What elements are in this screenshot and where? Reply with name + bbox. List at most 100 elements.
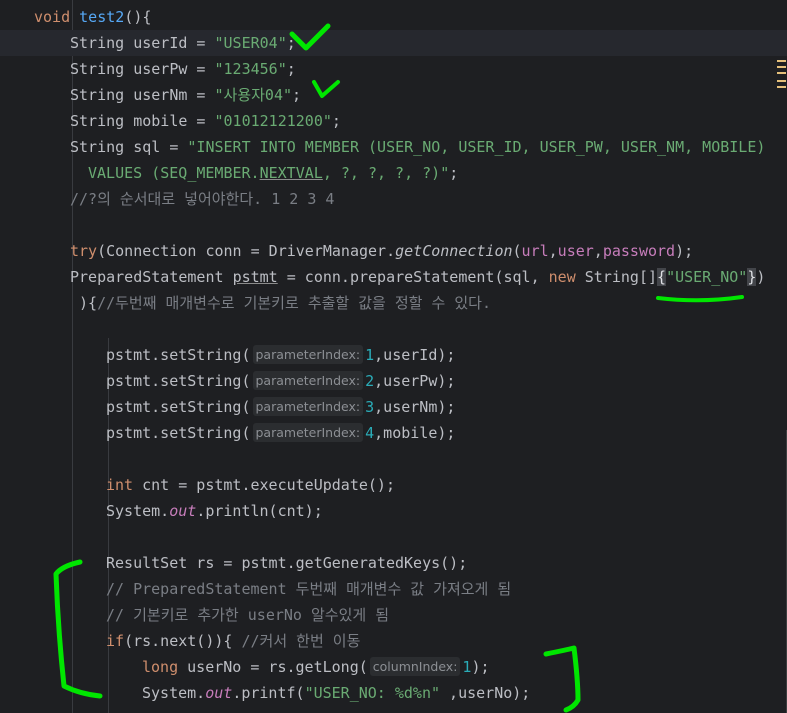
code-line[interactable]: ){//두번째 매개변수로 기본키로 추출할 값을 정할 수 있다. <box>0 290 787 316</box>
method-call: getConnection <box>395 242 513 260</box>
code-text: System. <box>142 684 206 702</box>
code-line[interactable]: String mobile = "01012121200"; <box>0 108 787 134</box>
code-text: System. <box>106 502 170 520</box>
number-literal: 3 <box>365 398 375 416</box>
warning-mark[interactable] <box>777 60 786 62</box>
code-line[interactable]: pstmt.setString(parameterIndex: 4,mobile)… <box>0 420 787 446</box>
code-text: userNm = <box>124 86 215 104</box>
code-text: ){ <box>79 294 98 312</box>
code-line[interactable]: pstmt.setString(parameterIndex: 3,userNm)… <box>0 394 787 420</box>
code-line[interactable]: if(rs.next()){ //커서 한번 이동 <box>0 628 787 654</box>
code-line[interactable]: String userPw = "123456"; <box>0 56 787 82</box>
code-text: (Connection conn = DriverManager. <box>97 242 396 260</box>
code-text: String <box>70 60 125 78</box>
string-literal: , ?, ?, ?, ?)" <box>322 164 450 182</box>
code-editor[interactable]: void test2(){ String userId = "USER04"; … <box>0 0 787 713</box>
code-text: String[] <box>575 268 658 286</box>
code-text: pstmt.setString( <box>106 398 251 416</box>
keyword: new <box>548 268 576 286</box>
code-text: ,userNm); <box>374 398 456 416</box>
warning-mark[interactable] <box>777 86 786 88</box>
code-text: pstmt.setString( <box>106 372 251 390</box>
code-line[interactable]: long userNo = rs.getLong(columnIndex: 1); <box>0 654 787 680</box>
code-text: pstmt.setString( <box>106 424 251 442</box>
code-line[interactable]: pstmt.setString(parameterIndex: 1,userId)… <box>0 342 787 368</box>
code-text: ) <box>756 268 766 286</box>
keyword: try <box>70 242 98 260</box>
code-line[interactable]: String sql = "INSERT INTO MEMBER (USER_N… <box>0 134 787 160</box>
string-literal: NEXTVAL <box>259 164 323 182</box>
string-literal: "INSERT INTO MEMBER (USER_NO, USER_ID, U… <box>187 138 766 156</box>
code-text: ,mobile); <box>374 424 456 442</box>
parameter-hint: parameterIndex: <box>252 345 364 364</box>
code-text: .printf( <box>232 684 305 702</box>
code-line[interactable]: int cnt = pstmt.executeUpdate(); <box>0 472 787 498</box>
code-line[interactable]: ResultSet rs = pstmt.getGeneratedKeys(); <box>0 550 787 576</box>
string-literal: "01012121200" <box>214 112 332 130</box>
code-text: ; <box>292 86 302 104</box>
string-literal: VALUES (SEQ_MEMBER. <box>88 164 260 182</box>
code-line[interactable]: // PreparedStatement 두번째 매개변수 값 가져오게 됨 <box>0 576 787 602</box>
code-line[interactable]: // 기본키로 추가한 userNo 알수있게 됨 <box>0 602 787 628</box>
comment: //?의 순서대로 넣어야한다. 1 2 3 4 <box>70 190 335 208</box>
code-text: sql = <box>124 138 188 156</box>
method-name: test2 <box>79 8 125 26</box>
code-text: = conn.prepareStatement(sql, <box>277 268 549 286</box>
code-line[interactable]: void test2(){ <box>0 4 787 30</box>
comment: // PreparedStatement 두번째 매개변수 값 가져오게 됨 <box>106 580 512 598</box>
parameter-hint: parameterIndex: <box>252 371 364 390</box>
keyword: int <box>106 476 134 494</box>
code-line[interactable]: String userNm = "사용자04"; <box>0 82 787 108</box>
string-literal: "USER_NO" <box>666 268 748 286</box>
parameter-hint: columnIndex: <box>369 657 461 676</box>
code-text: ,userId); <box>374 346 456 364</box>
code-text: ); <box>675 242 694 260</box>
code-text: , <box>593 242 603 260</box>
code-line[interactable]: PreparedStatement pstmt = conn.prepareSt… <box>0 264 787 290</box>
code-line[interactable]: System.out.println(cnt); <box>0 498 787 524</box>
code-line[interactable]: //?의 순서대로 넣어야한다. 1 2 3 4 <box>0 186 787 212</box>
field-ref: password <box>602 242 676 260</box>
code-text: String <box>70 86 125 104</box>
number-literal: 2 <box>365 372 375 390</box>
warning-mark[interactable] <box>777 66 786 68</box>
warning-mark[interactable] <box>777 72 786 74</box>
error-stripe[interactable] <box>775 0 787 713</box>
code-line[interactable]: System.out.printf("USER_NO: %d%n" ,userN… <box>0 680 787 706</box>
code-text: ; <box>286 34 296 52</box>
warning-mark[interactable] <box>777 80 786 82</box>
code-text: ,userNo); <box>440 684 531 702</box>
code-line[interactable]: pstmt.setString(parameterIndex: 2,userPw)… <box>0 368 787 394</box>
code-text: String <box>70 138 125 156</box>
code-text: ; <box>331 112 341 130</box>
keyword: if <box>106 632 125 650</box>
code-text: userId = <box>124 34 215 52</box>
code-text: ; <box>449 164 459 182</box>
number-literal: 4 <box>365 424 375 442</box>
string-literal: "사용자04" <box>214 86 293 104</box>
code-text: String <box>70 34 125 52</box>
parameter-hint: parameterIndex: <box>252 397 364 416</box>
code-line[interactable]: VALUES (SEQ_MEMBER.NEXTVAL, ?, ?, ?, ?)"… <box>0 160 787 186</box>
code-text: ,userPw); <box>374 372 456 390</box>
code-text: pstmt.setString( <box>106 346 251 364</box>
code-text: ; <box>286 60 296 78</box>
code-text: (rs.next()){ <box>124 632 242 650</box>
code-text: ); <box>471 658 490 676</box>
code-text: userPw = <box>124 60 215 78</box>
code-line[interactable]: try(Connection conn = DriverManager.getC… <box>0 238 787 264</box>
code-text: cnt = pstmt.executeUpdate(); <box>133 476 395 494</box>
variable: pstmt <box>232 268 278 286</box>
code-text: ResultSet rs = pstmt.getGeneratedKeys(); <box>106 554 468 572</box>
comment: //두번째 매개변수로 기본키로 추출할 값을 정할 수 있다. <box>97 294 491 312</box>
code-text: userNo = rs.getLong( <box>178 658 368 676</box>
code-line-current[interactable]: String userId = "USER04"; <box>0 30 787 56</box>
static-field: out <box>169 502 197 520</box>
field-ref: user <box>557 242 594 260</box>
string-literal: "123456" <box>214 60 287 78</box>
brace-highlight: { <box>657 268 667 286</box>
comment: // 기본키로 추가한 userNo 알수있게 됨 <box>106 606 390 624</box>
code-text: .println(cnt); <box>196 502 323 520</box>
number-literal: 1 <box>365 346 375 364</box>
static-field: out <box>205 684 233 702</box>
